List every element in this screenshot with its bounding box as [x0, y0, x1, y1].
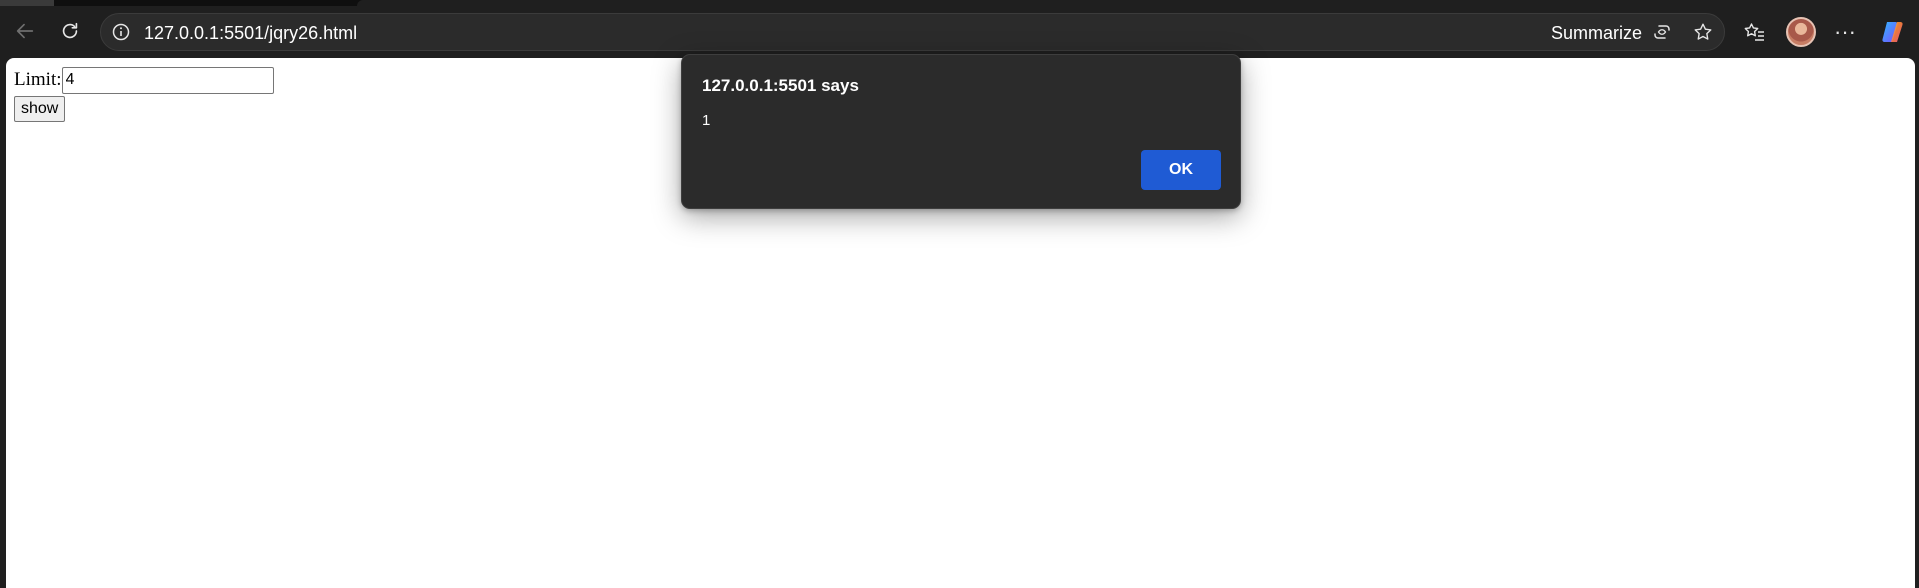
info-icon[interactable]: [111, 22, 131, 42]
back-arrow-icon: [16, 23, 34, 39]
refresh-icon: [62, 22, 78, 39]
favorite-star-icon[interactable]: [1692, 21, 1714, 43]
browser-toolbar: 127.0.0.1:5501/jqry26.html Summarize ···: [0, 6, 1919, 58]
refresh-button[interactable]: [52, 13, 88, 49]
summarize-icon[interactable]: [1652, 22, 1672, 42]
profile-avatar[interactable]: [1786, 17, 1816, 47]
limit-row: Limit:: [14, 66, 274, 94]
dialog-message: 1: [702, 112, 711, 129]
summarize-button[interactable]: Summarize: [1551, 23, 1642, 44]
address-bar[interactable]: 127.0.0.1:5501/jqry26.html Summarize: [100, 13, 1725, 51]
more-menu-icon[interactable]: ···: [1831, 18, 1859, 46]
dialog-title: 127.0.0.1:5501 says: [702, 76, 859, 95]
alert-dialog: 127.0.0.1:5501 says 1 OK: [681, 54, 1241, 209]
favorites-list-icon: [1744, 23, 1764, 41]
url-text[interactable]: 127.0.0.1:5501/jqry26.html: [144, 23, 357, 44]
limit-form: Limit: show: [14, 66, 274, 122]
show-button[interactable]: show: [14, 96, 66, 122]
copilot-icon: [1882, 22, 1903, 42]
back-button[interactable]: [7, 13, 43, 49]
limit-label: Limit:: [14, 69, 62, 90]
copilot-button[interactable]: [1878, 18, 1906, 46]
limit-input[interactable]: [61, 66, 274, 94]
ok-button[interactable]: OK: [1141, 150, 1221, 190]
favorites-button[interactable]: [1741, 18, 1769, 46]
